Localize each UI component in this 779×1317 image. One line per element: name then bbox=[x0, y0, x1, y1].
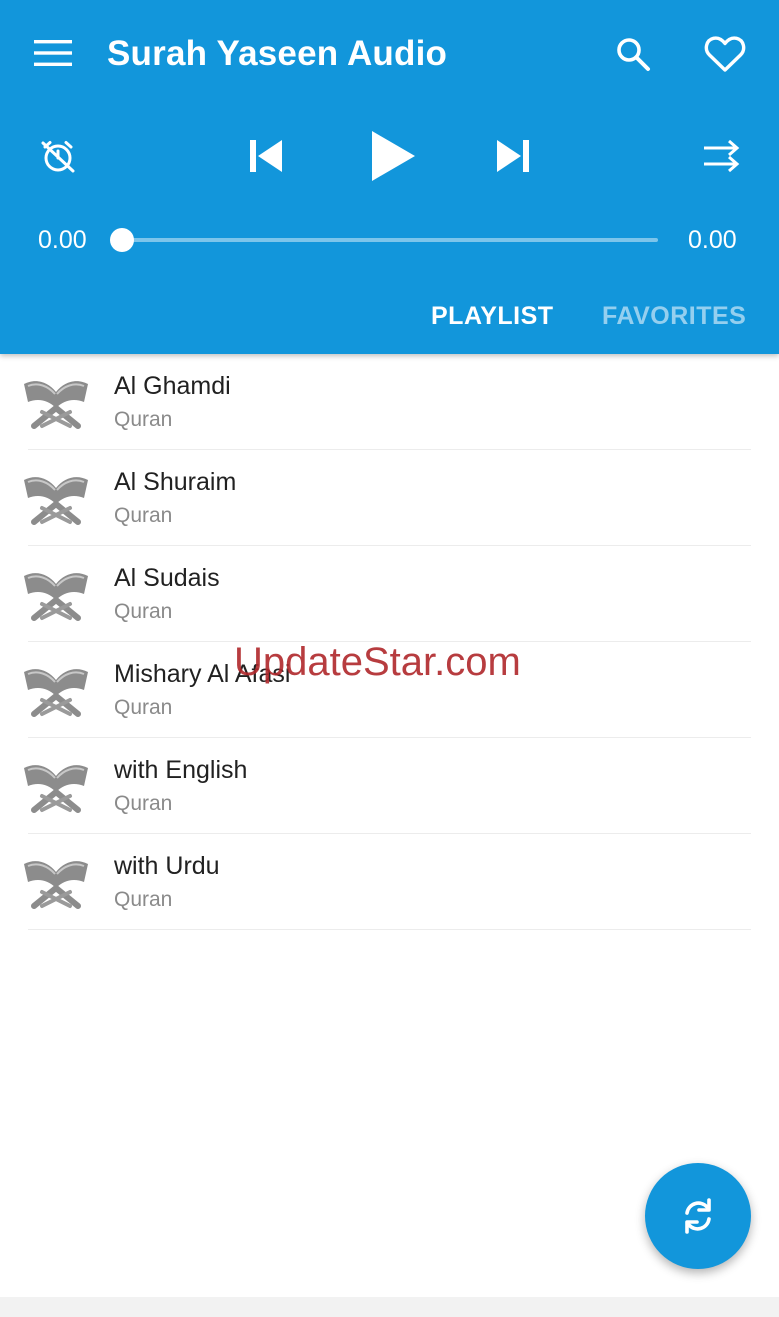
quran-book-icon bbox=[24, 669, 88, 717]
shuffle-button[interactable] bbox=[692, 128, 750, 184]
list-item-subtitle: Quran bbox=[114, 792, 173, 815]
quran-book-icon bbox=[24, 477, 88, 525]
list-item-title: Al Shuraim bbox=[114, 468, 237, 496]
list-item-subtitle: Quran bbox=[114, 696, 173, 719]
quran-book-icon bbox=[24, 861, 88, 909]
seek-bar[interactable] bbox=[110, 228, 658, 252]
list-item-title: with English bbox=[114, 756, 248, 784]
divider bbox=[28, 929, 751, 930]
list-item-subtitle: Quran bbox=[114, 408, 173, 431]
play-icon bbox=[372, 131, 415, 181]
next-button[interactable] bbox=[484, 128, 542, 184]
quran-book-icon bbox=[24, 573, 88, 621]
app-header: Surah Yaseen Audio 0.00 0.00 PLAYLIST FA… bbox=[0, 0, 779, 354]
list-item-subtitle: Quran bbox=[114, 504, 173, 527]
timer-off-icon bbox=[41, 141, 75, 173]
watermark: UpdateStar.com bbox=[234, 640, 521, 684]
bottom-strip bbox=[0, 1297, 779, 1317]
list-item[interactable]: with Urdu Quran bbox=[0, 834, 779, 930]
list-item-title: Al Sudais bbox=[114, 564, 220, 592]
skip-next-icon bbox=[497, 140, 529, 172]
list-item[interactable]: with English Quran bbox=[0, 738, 779, 834]
elapsed-time: 0.00 bbox=[38, 226, 87, 254]
refresh-button[interactable] bbox=[645, 1163, 751, 1269]
total-time: 0.00 bbox=[688, 226, 737, 254]
tab-playlist[interactable]: PLAYLIST bbox=[431, 302, 554, 331]
skip-previous-icon bbox=[250, 140, 282, 172]
list-item[interactable]: Al Ghamdi Quran bbox=[0, 354, 779, 450]
sleep-timer-button[interactable] bbox=[30, 128, 86, 184]
list-item[interactable]: Al Shuraim Quran bbox=[0, 450, 779, 546]
tab-favorites[interactable]: FAVORITES bbox=[602, 302, 746, 331]
list-item-title: with Urdu bbox=[114, 852, 220, 880]
quran-book-icon bbox=[24, 765, 88, 813]
list-item[interactable]: Al Sudais Quran bbox=[0, 546, 779, 642]
list-item-subtitle: Quran bbox=[114, 888, 173, 911]
play-button[interactable] bbox=[358, 120, 428, 192]
seek-bar-thumb[interactable] bbox=[110, 228, 134, 252]
menu-button[interactable] bbox=[26, 30, 80, 76]
search-button[interactable] bbox=[604, 28, 662, 80]
refresh-icon bbox=[685, 1198, 711, 1234]
app-title: Surah Yaseen Audio bbox=[107, 34, 448, 73]
favorite-button[interactable] bbox=[694, 28, 756, 80]
heart-icon bbox=[704, 36, 746, 72]
list-item-title: Al Ghamdi bbox=[114, 372, 231, 400]
search-icon bbox=[617, 38, 650, 71]
quran-book-icon bbox=[24, 381, 88, 429]
menu-icon bbox=[34, 40, 72, 66]
list-item-subtitle: Quran bbox=[114, 600, 173, 623]
previous-button[interactable] bbox=[237, 128, 295, 184]
shuffle-icon bbox=[704, 139, 740, 173]
